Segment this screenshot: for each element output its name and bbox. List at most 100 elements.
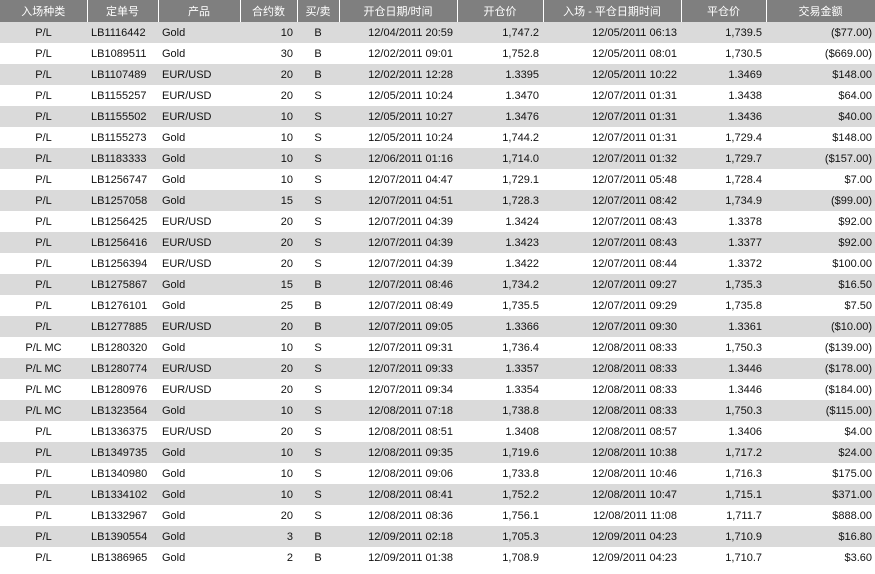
cell-open-datetime: 12/05/2011 10:27 [339, 106, 457, 127]
cell-order-id: LB1183333 [87, 148, 158, 169]
table-row[interactable]: P/L LB1256747 Gold 10 S 12/07/2011 04:47 1,729… [0, 169, 875, 190]
column-header-close-datetime[interactable]: 入场 - 平仓日期时间 [543, 0, 682, 22]
column-header-contracts[interactable]: 合约数 [240, 0, 298, 22]
cell-order-id: LB1340980 [87, 463, 158, 484]
cell-open-price: 1,705.3 [457, 526, 543, 547]
cell-side: B [297, 22, 339, 43]
cell-product: EUR/USD [158, 379, 240, 400]
cell-entry-type: P/L [0, 442, 87, 463]
cell-side: S [297, 421, 339, 442]
table-row[interactable]: P/L LB1390554 Gold 3 B 12/09/2011 02:18 1,705.… [0, 526, 875, 547]
cell-entry-type: P/L [0, 232, 87, 253]
table-row[interactable]: P/L LB1257058 Gold 15 S 12/07/2011 04:51 1,728… [0, 190, 875, 211]
cell-close-datetime: 12/05/2011 08:01 [543, 43, 681, 64]
table-row[interactable]: P/L LB1256394 EUR/USD 20 S 12/07/2011 04:39 1.… [0, 253, 875, 274]
cell-open-datetime: 12/08/2011 08:41 [339, 484, 457, 505]
cell-open-datetime: 12/07/2011 04:39 [339, 253, 457, 274]
table-row[interactable]: P/L LB1336375 EUR/USD 20 S 12/08/2011 08:51 1.… [0, 421, 875, 442]
cell-contracts: 10 [240, 400, 297, 421]
cell-entry-type: P/L [0, 316, 87, 337]
cell-entry-type: P/L [0, 526, 87, 547]
table-row[interactable]: P/L LB1256416 EUR/USD 20 S 12/07/2011 04:39 1.… [0, 232, 875, 253]
table-row[interactable]: P/L MC LB1280320 Gold 10 S 12/07/2011 09:31 1,… [0, 337, 875, 358]
cell-open-datetime: 12/07/2011 04:47 [339, 169, 457, 190]
table-row[interactable]: P/L LB1349735 Gold 10 S 12/08/2011 09:35 1,719… [0, 442, 875, 463]
cell-contracts: 25 [240, 295, 297, 316]
cell-product: EUR/USD [158, 232, 240, 253]
cell-open-price: 1.3423 [457, 232, 543, 253]
table-row[interactable]: P/L LB1276101 Gold 25 B 12/07/2011 08:49 1,735… [0, 295, 875, 316]
table-row[interactable]: P/L LB1275867 Gold 15 B 12/07/2011 08:46 1,734… [0, 274, 875, 295]
cell-close-price: 1,739.5 [681, 22, 766, 43]
cell-open-datetime: 12/08/2011 09:35 [339, 442, 457, 463]
cell-close-datetime: 12/08/2011 08:33 [543, 337, 681, 358]
table-row[interactable]: P/L LB1277885 EUR/USD 20 B 12/07/2011 09:05 1.… [0, 316, 875, 337]
cell-side: S [297, 379, 339, 400]
table-row[interactable]: P/L LB1155273 Gold 10 S 12/05/2011 10:24 1,744… [0, 127, 875, 148]
cell-open-datetime: 12/05/2011 10:24 [339, 85, 457, 106]
column-header-order-id[interactable]: 定单号 [87, 0, 159, 22]
cell-entry-type: P/L MC [0, 379, 87, 400]
cell-close-datetime: 12/08/2011 10:47 [543, 484, 681, 505]
cell-amount: ($77.00) [766, 22, 875, 43]
column-header-open-datetime[interactable]: 开仓日期/时间 [339, 0, 458, 22]
table-row[interactable]: P/L LB1183333 Gold 10 S 12/06/2011 01:16 1,714… [0, 148, 875, 169]
cell-close-datetime: 12/08/2011 10:38 [543, 442, 681, 463]
cell-close-price: 1,729.7 [681, 148, 766, 169]
cell-order-id: LB1323564 [87, 400, 158, 421]
cell-amount: $100.00 [766, 253, 875, 274]
cell-order-id: LB1155502 [87, 106, 158, 127]
table-row[interactable]: P/L LB1155257 EUR/USD 20 S 12/05/2011 10:24 1.… [0, 85, 875, 106]
cell-side: S [297, 106, 339, 127]
table-row[interactable]: P/L MC LB1323564 Gold 10 S 12/08/2011 07:18 1,… [0, 400, 875, 421]
table-row[interactable]: P/L LB1386965 Gold 2 B 12/09/2011 01:38 1,708.… [0, 547, 875, 568]
table-row[interactable]: P/L LB1340980 Gold 10 S 12/08/2011 09:06 1,733… [0, 463, 875, 484]
cell-open-price: 1.3424 [457, 211, 543, 232]
cell-amount: ($139.00) [766, 337, 875, 358]
cell-close-datetime: 12/07/2011 01:32 [543, 148, 681, 169]
table-row[interactable]: P/L LB1107489 EUR/USD 20 B 12/02/2011 12:28 1.… [0, 64, 875, 85]
cell-order-id: LB1332967 [87, 505, 158, 526]
cell-product: Gold [158, 505, 240, 526]
table-row[interactable]: P/L MC LB1280976 EUR/USD 20 S 12/07/2011 09:3… [0, 379, 875, 400]
table-row[interactable]: P/L MC LB1280774 EUR/USD 20 S 12/07/2011 09:3… [0, 358, 875, 379]
column-header-product[interactable]: 产品 [158, 0, 241, 22]
column-header-open-price[interactable]: 开仓价 [457, 0, 544, 22]
cell-entry-type: P/L [0, 64, 87, 85]
column-header-close-price[interactable]: 平仓价 [681, 0, 767, 22]
cell-entry-type: P/L [0, 274, 87, 295]
cell-close-price: 1,750.3 [681, 337, 766, 358]
cell-close-datetime: 12/05/2011 10:22 [543, 64, 681, 85]
cell-open-datetime: 12/02/2011 09:01 [339, 43, 457, 64]
cell-close-price: 1,715.1 [681, 484, 766, 505]
table-row[interactable]: P/L LB1155502 EUR/USD 10 S 12/05/2011 10:27 1.… [0, 106, 875, 127]
cell-product: Gold [158, 526, 240, 547]
cell-product: Gold [158, 190, 240, 211]
cell-product: Gold [158, 127, 240, 148]
cell-open-price: 1,736.4 [457, 337, 543, 358]
cell-amount: ($157.00) [766, 148, 875, 169]
cell-close-datetime: 12/07/2011 08:43 [543, 211, 681, 232]
cell-close-price: 1,711.7 [681, 505, 766, 526]
cell-product: Gold [158, 274, 240, 295]
cell-close-datetime: 12/07/2011 05:48 [543, 169, 681, 190]
cell-close-price: 1,734.9 [681, 190, 766, 211]
cell-side: S [297, 85, 339, 106]
cell-close-price: 1.3446 [681, 379, 766, 400]
column-header-amount[interactable]: 交易金额 [766, 0, 875, 22]
table-row[interactable]: P/L LB1256425 EUR/USD 20 S 12/07/2011 04:39 1.… [0, 211, 875, 232]
cell-amount: ($10.00) [766, 316, 875, 337]
cell-open-datetime: 12/08/2011 07:18 [339, 400, 457, 421]
table-row[interactable]: P/L LB1334102 Gold 10 S 12/08/2011 08:41 1,752… [0, 484, 875, 505]
cell-close-price: 1,710.7 [681, 547, 766, 568]
column-header-entry-type[interactable]: 入场种类 [0, 0, 88, 22]
cell-entry-type: P/L [0, 85, 87, 106]
cell-side: S [297, 253, 339, 274]
table-row[interactable]: P/L LB1116442 Gold 10 B 12/04/2011 20:59 1,747… [0, 22, 875, 43]
table-row[interactable]: P/L LB1332967 Gold 20 S 12/08/2011 08:36 1,756… [0, 505, 875, 526]
cell-open-datetime: 12/09/2011 01:38 [339, 547, 457, 568]
column-header-side[interactable]: 买/卖 [297, 0, 340, 22]
table-row[interactable]: P/L LB1089511 Gold 30 B 12/02/2011 09:01 1,752… [0, 43, 875, 64]
cell-amount: ($115.00) [766, 400, 875, 421]
cell-close-price: 1,716.3 [681, 463, 766, 484]
